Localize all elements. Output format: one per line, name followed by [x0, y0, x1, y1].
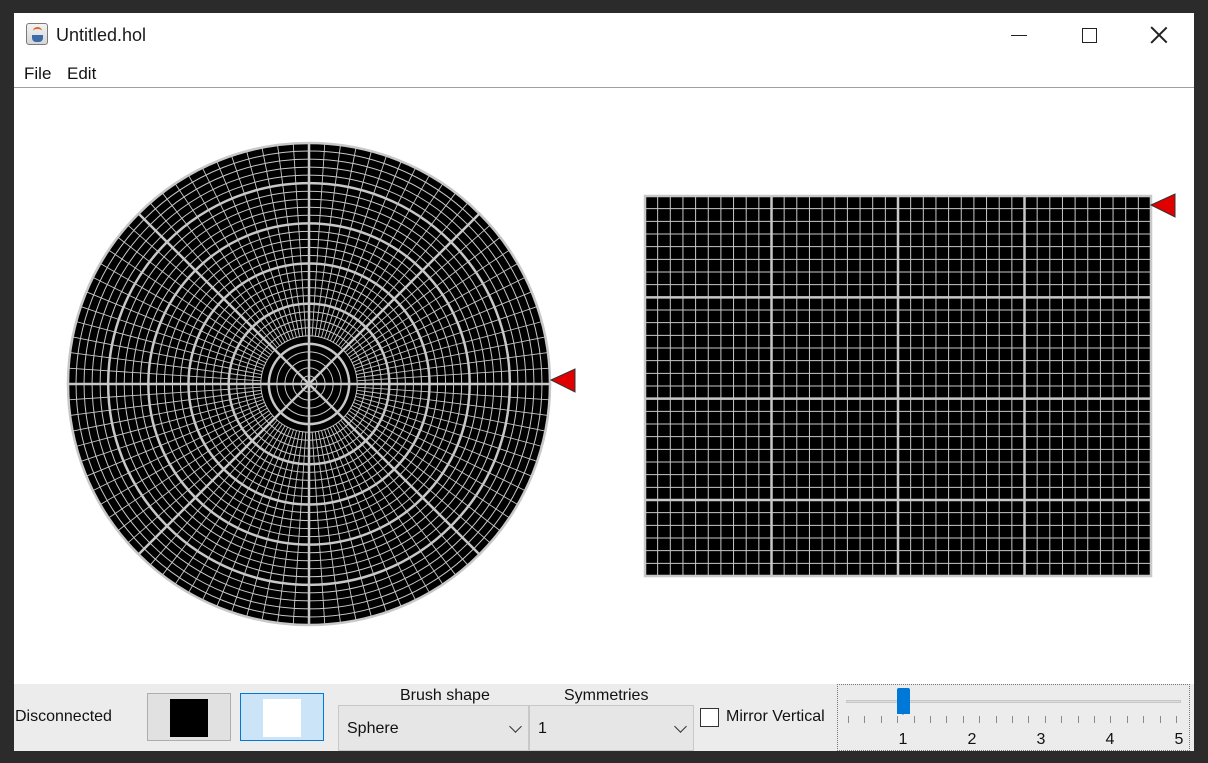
maximize-button[interactable]: [1054, 13, 1124, 57]
maximize-icon: [1081, 27, 1097, 43]
background-swatch: [263, 699, 301, 737]
slider-tick: [995, 716, 997, 723]
slider-tick: [1159, 716, 1161, 723]
app-window: Untitled.hol File Edit Disconnected Brus…: [14, 13, 1194, 751]
slider-tick: [864, 716, 866, 723]
brush-shape-value: Sphere: [347, 720, 399, 737]
size-slider-panel: 1 2 3 4 5: [837, 684, 1190, 751]
slider-tick: [1143, 716, 1145, 723]
slider-tick: [1044, 716, 1046, 723]
slider-tick: [880, 716, 882, 723]
slider-tick: [946, 716, 948, 723]
title-bar: Untitled.hol: [14, 13, 1194, 57]
menu-edit[interactable]: Edit: [67, 64, 96, 84]
size-slider-thumb[interactable]: [897, 688, 910, 715]
slider-tick-label: 5: [1174, 731, 1184, 748]
slider-tick: [897, 716, 899, 723]
rect-position-marker[interactable]: [1149, 193, 1176, 218]
symmetries-select[interactable]: 1: [529, 705, 694, 751]
slider-tick: [1012, 716, 1013, 723]
slider-tick: [913, 716, 915, 723]
mirror-vertical-label: Mirror Vertical: [726, 708, 825, 725]
chevron-down-icon: [509, 720, 522, 733]
polar-grid-canvas[interactable]: [66, 141, 552, 627]
minimize-icon: [1011, 34, 1027, 36]
brush-shape-select[interactable]: Sphere: [338, 705, 529, 751]
mirror-vertical-checkbox[interactable]: [700, 708, 719, 727]
slider-tick-label: 4: [1105, 731, 1115, 748]
symmetries-label: Symmetries: [564, 687, 649, 704]
slider-tick: [1061, 716, 1063, 723]
slider-tick-label: 2: [967, 731, 977, 748]
chevron-down-icon: [674, 720, 687, 733]
slider-tick: [1094, 716, 1095, 723]
close-icon: [1150, 26, 1168, 44]
canvas-area: [14, 88, 1194, 684]
background-color-button[interactable]: [240, 693, 324, 741]
slider-tick: [848, 716, 849, 723]
slider-tick: [1176, 716, 1177, 723]
connection-status: Disconnected: [15, 708, 112, 725]
menu-file[interactable]: File: [24, 64, 51, 84]
polar-position-marker[interactable]: [549, 368, 576, 393]
slider-tick-label: 1: [898, 731, 908, 748]
minimize-button[interactable]: [984, 13, 1054, 57]
foreground-swatch: [170, 699, 208, 737]
slider-tick: [1126, 716, 1128, 723]
slider-tick: [1110, 716, 1112, 723]
rect-grid-canvas[interactable]: [643, 194, 1153, 578]
java-cup-icon: [26, 23, 48, 45]
window-title: Untitled.hol: [56, 25, 147, 45]
foreground-color-button[interactable]: [147, 693, 231, 741]
brush-shape-label: Brush shape: [400, 687, 490, 704]
drawing-surface: [66, 141, 1176, 627]
menu-bar: File Edit: [14, 57, 1194, 88]
slider-tick: [979, 716, 981, 723]
slider-tick: [962, 716, 964, 723]
slider-tick-label: 3: [1036, 731, 1046, 748]
close-button[interactable]: [1124, 13, 1194, 57]
slider-tick: [930, 716, 931, 723]
toolbar-bottom: Disconnected Brush shape Symmetries Sphe…: [14, 684, 1194, 751]
symmetries-value: 1: [538, 720, 547, 737]
slider-tick: [1077, 716, 1079, 723]
slider-tick: [1028, 716, 1030, 723]
